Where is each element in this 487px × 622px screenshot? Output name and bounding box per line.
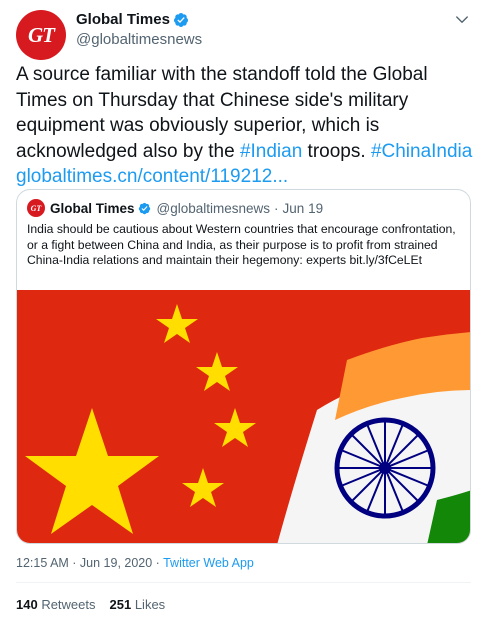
article-link[interactable]: globaltimes.cn/content/119212... <box>16 166 288 187</box>
tweet-stats: 140 Retweets 251 Likes <box>16 597 165 612</box>
tweet-source-link[interactable]: Twitter Web App <box>163 556 254 570</box>
tweet-body-text-2: troops. <box>302 140 371 162</box>
retweets-stat[interactable]: 140 Retweets <box>16 597 96 612</box>
verified-badge-icon <box>173 12 188 27</box>
hashtag-indian-link[interactable]: #Indian <box>240 141 302 162</box>
tweet-timestamp[interactable]: 12:15 AM · Jun 19, 2020 · <box>16 556 163 570</box>
author-avatar[interactable]: GT <box>16 10 66 60</box>
quoted-tweet-header: GT Global Times @globaltimesnews · Jun 1… <box>27 199 323 217</box>
tweet-card: GT Global Times @globaltimesnews A sourc… <box>0 0 487 622</box>
stats-divider <box>16 582 471 583</box>
author-display-name[interactable]: Global Times <box>76 11 170 28</box>
likes-label: Likes <box>131 597 166 612</box>
tweet-text: A source familiar with the standoff told… <box>16 62 476 190</box>
quoted-author-name: Global Times <box>50 200 135 216</box>
tweet-meta: 12:15 AM · Jun 19, 2020 · Twitter Web Ap… <box>16 556 254 570</box>
author-handle[interactable]: @globaltimesnews <box>76 31 202 48</box>
likes-stat[interactable]: 251 Likes <box>110 597 166 612</box>
quoted-tweet-text: India should be cautious about Western c… <box>27 222 456 267</box>
quoted-flags-image[interactable] <box>17 290 471 544</box>
avatar-logo-text: GT <box>28 22 55 47</box>
quoted-separator-dot: · <box>274 200 279 216</box>
quoted-tweet[interactable]: GT Global Times @globaltimesnews · Jun 1… <box>16 189 471 544</box>
quoted-author-avatar: GT <box>27 199 45 217</box>
quoted-verified-badge-icon <box>138 202 150 214</box>
quoted-date: Jun 19 <box>282 200 324 216</box>
likes-count: 251 <box>109 597 132 612</box>
retweets-label: Retweets <box>37 597 96 612</box>
quoted-author-handle: @globaltimesnews <box>156 200 271 216</box>
retweets-count: 140 <box>16 597 38 612</box>
quoted-avatar-logo-text: GT <box>30 203 42 213</box>
author-name-row[interactable]: Global Times <box>76 11 189 28</box>
hashtag-chinaindia-link[interactable]: #ChinaIndia <box>371 141 472 162</box>
chevron-down-icon[interactable] <box>453 11 471 29</box>
